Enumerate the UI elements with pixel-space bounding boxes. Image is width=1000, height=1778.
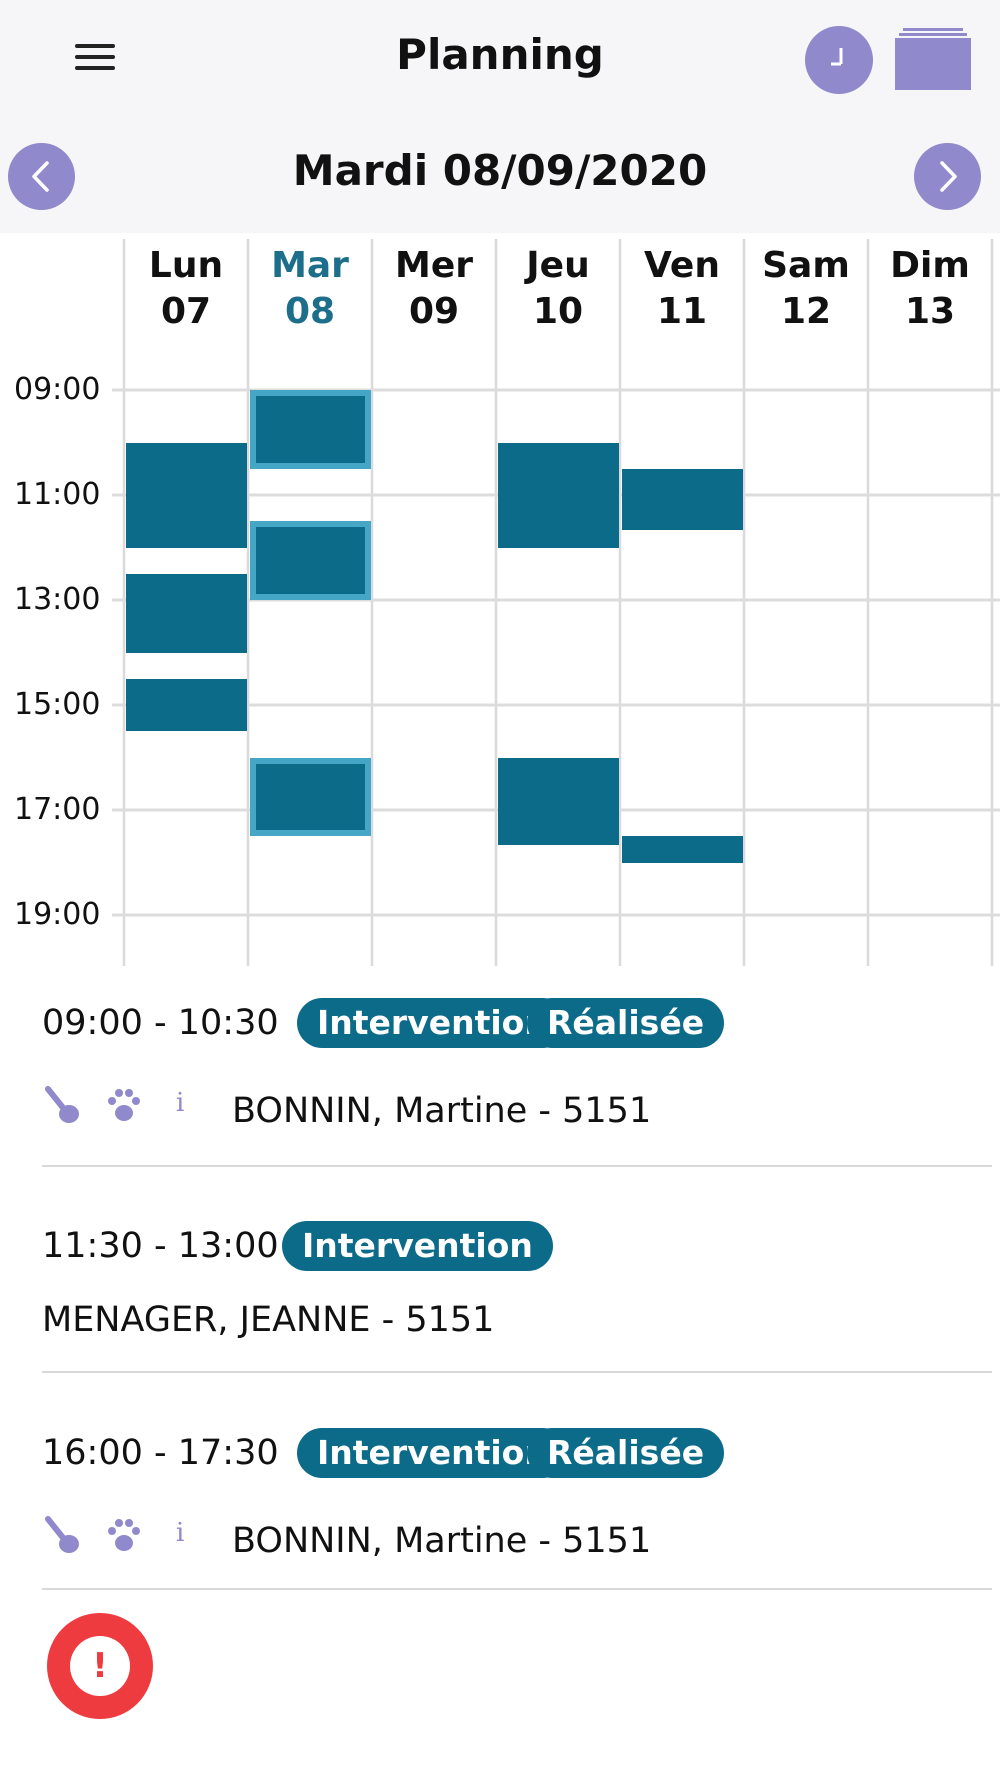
calendar-event[interactable]: [250, 757, 371, 837]
info-icon: i: [176, 1518, 184, 1548]
svg-text:i: i: [176, 1088, 184, 1118]
day-name: Mer: [395, 245, 473, 286]
calendar-event[interactable]: [622, 836, 743, 863]
appointment-icons: i: [42, 1083, 222, 1143]
appointment-time: 11:30 - 13:00: [42, 1226, 279, 1266]
day-number: 07: [160, 291, 212, 332]
paw-icon: [108, 1089, 140, 1121]
day-number: 08: [284, 291, 336, 332]
calendar-event[interactable]: [498, 442, 619, 548]
appointment-time: 09:00 - 10:30: [42, 1003, 279, 1043]
day-number: 09: [408, 291, 460, 332]
hour-label: 17:00: [14, 792, 101, 827]
appointment-time: 16:00 - 17:30: [42, 1433, 279, 1473]
day-header-dim[interactable]: Dim 13: [868, 243, 992, 335]
info-icon: i: [176, 1088, 184, 1118]
intervention-badge[interactable]: Intervention: [282, 1221, 553, 1271]
chevron-right-icon: [940, 161, 957, 192]
calendar-event[interactable]: [250, 521, 371, 600]
day-number: 11: [656, 291, 708, 332]
broom-icon: [45, 1086, 79, 1123]
day-header-ven[interactable]: Ven 11: [620, 243, 744, 335]
next-day-button[interactable]: [914, 143, 981, 210]
client-name[interactable]: BONNIN, Martine - 5151: [232, 1091, 651, 1131]
current-date: Mardi 08/09/2020: [292, 146, 708, 195]
svg-text:i: i: [176, 1518, 184, 1548]
day-number: 12: [780, 291, 832, 332]
alert-icon: !: [70, 1636, 130, 1696]
hour-label: 19:00: [14, 897, 101, 932]
appointment-icons: i: [42, 1513, 222, 1573]
day-number: 10: [532, 291, 584, 332]
calendar-event[interactable]: [126, 573, 247, 653]
paw-icon: [108, 1519, 140, 1551]
hour-label: 13:00: [14, 582, 101, 617]
realisee-badge[interactable]: Réalisée: [527, 1428, 725, 1478]
list-divider: [42, 1165, 992, 1167]
day-name: Sam: [762, 245, 850, 286]
broom-icon: [45, 1516, 79, 1553]
day-header-jeu[interactable]: Jeu 10: [496, 243, 620, 335]
day-number: 13: [904, 291, 956, 332]
top-bar: Planning Mardi 08/09/2020: [0, 0, 1000, 233]
week-calendar: 09:00 11:00 13:00 15:00 17:00 19:00 Lun 07 Mar 08…: [0, 233, 1000, 973]
appointment-item[interactable]: 11:30 - 13:00 Intervention MENAGER, JEANNE…: [42, 1218, 992, 1418]
day-name: Mar: [271, 245, 349, 286]
client-name[interactable]: MENAGER, JEANNE - 5151: [42, 1300, 494, 1340]
calendar-event[interactable]: [498, 757, 619, 845]
day-header-lun[interactable]: Lun 07: [124, 243, 248, 335]
list-divider: [42, 1371, 992, 1373]
calendar-event[interactable]: [126, 678, 247, 732]
day-name: Dim: [890, 245, 970, 286]
day-name: Lun: [148, 245, 224, 286]
appointment-item[interactable]: 16:00 - 17:30 Intervention Réalisée i BONNIN…: [42, 1425, 992, 1625]
clock-icon[interactable]: [805, 26, 873, 94]
hour-label: 11:00: [14, 477, 101, 512]
calendar-icon[interactable]: [893, 26, 973, 92]
day-name: Jeu: [526, 245, 590, 286]
calendar-event[interactable]: [126, 442, 247, 548]
hour-label: 15:00: [14, 687, 101, 722]
day-name: Ven: [644, 245, 720, 286]
day-header-mer[interactable]: Mer 09: [372, 243, 496, 335]
calendar-event[interactable]: [622, 468, 743, 530]
day-header-mar[interactable]: Mar 08: [248, 243, 372, 335]
day-header-sam[interactable]: Sam 12: [744, 243, 868, 335]
list-divider: [42, 1588, 992, 1590]
hour-label: 09:00: [14, 372, 101, 407]
calendar-event[interactable]: [250, 390, 371, 469]
client-name[interactable]: BONNIN, Martine - 5151: [232, 1521, 651, 1561]
realisee-badge[interactable]: Réalisée: [527, 998, 725, 1048]
alert-button[interactable]: !: [47, 1613, 153, 1719]
